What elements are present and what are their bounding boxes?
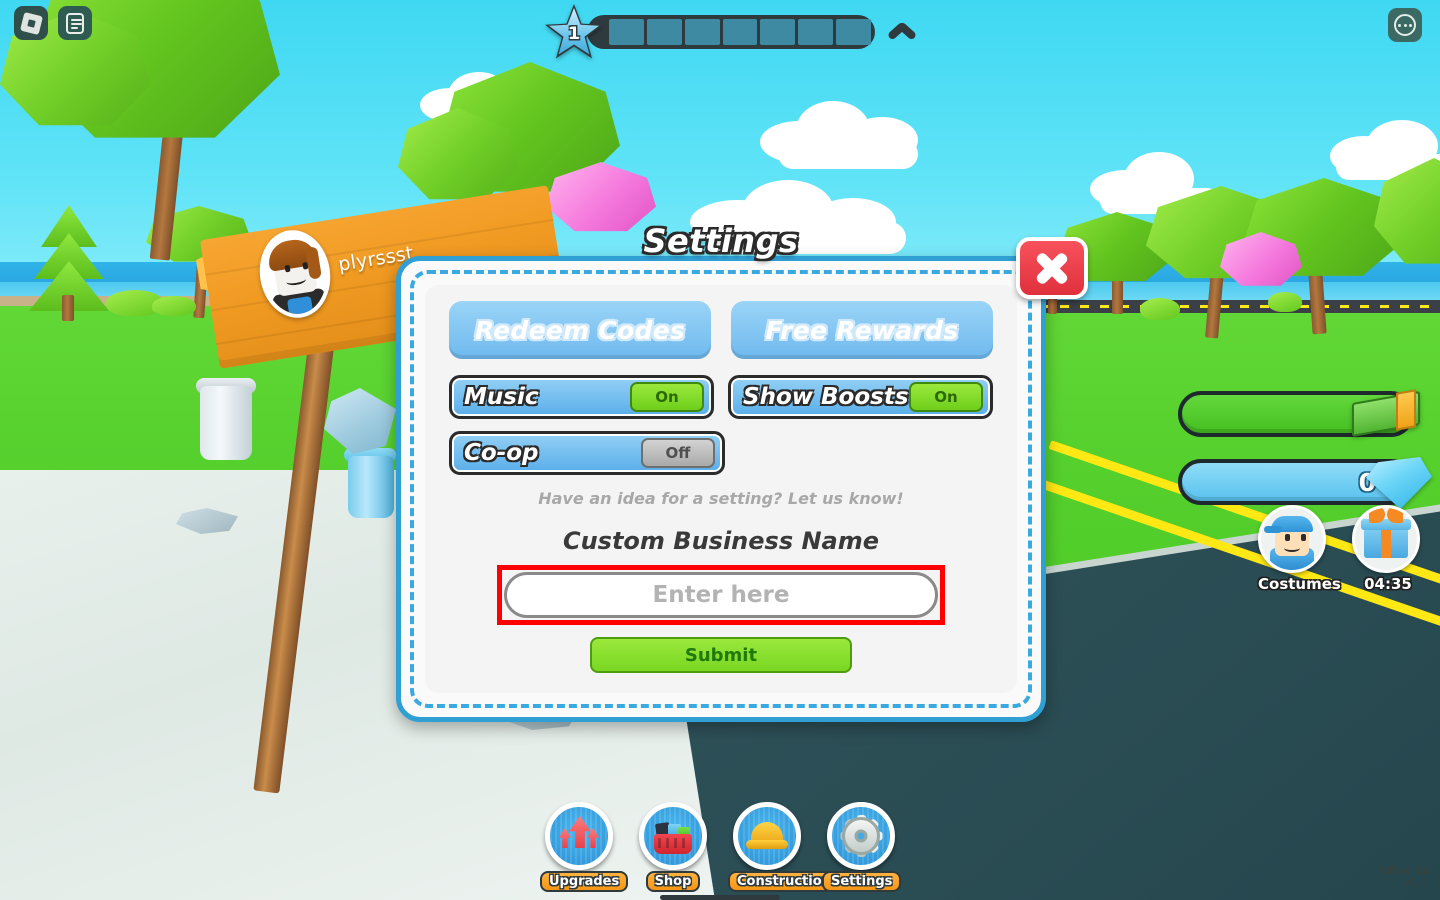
gift-timer: 04:35 [1364, 575, 1412, 593]
nav-upgrades[interactable]: Upgrades [540, 802, 629, 892]
gems-row[interactable]: 0 [1170, 453, 1440, 511]
dialog-title: Settings [643, 222, 799, 260]
nav-construction[interactable]: Construction [728, 802, 840, 892]
more-options-button[interactable] [1388, 8, 1422, 42]
nav-upgrades-label: Upgrades [540, 871, 629, 892]
more-options-icon [1394, 14, 1416, 36]
home-indicator [660, 895, 780, 900]
bush [1140, 298, 1180, 320]
settings-hint-text: Have an idea for a setting? Let us know! [538, 489, 904, 508]
nav-settings-label: Settings [822, 871, 902, 892]
pine-trunk [62, 295, 74, 321]
costumes-label: Costumes [1258, 575, 1341, 593]
xp-segment [798, 19, 834, 45]
xp-segment [609, 19, 644, 45]
gift-bow [1369, 508, 1403, 524]
gift-box-icon [1352, 505, 1420, 573]
document-list-icon [66, 12, 84, 34]
watermark-line-2: v1.1 [1403, 878, 1428, 889]
toggle-coop-state: Off [641, 438, 715, 468]
input-placeholder: Enter here [652, 582, 790, 608]
roblox-logo-icon [19, 11, 43, 35]
costumes-button[interactable]: Costumes [1258, 505, 1341, 593]
free-gift-button[interactable]: 04:35 [1352, 505, 1424, 593]
bottom-navigation: Upgrades Shop Construction Settings [540, 802, 902, 892]
nav-shop-label: Shop [645, 871, 701, 892]
watermark-line-1: TBlox G5 [1379, 866, 1428, 877]
level-number: 1 [568, 24, 580, 44]
xp-segment [722, 19, 758, 45]
redeem-codes-button[interactable]: Redeem Codes [449, 301, 711, 359]
hard-hat-icon [733, 802, 801, 870]
toggle-row-2: Co-op Off [449, 431, 993, 475]
nav-shop[interactable]: Shop [634, 802, 712, 892]
game-watermark: TBlox G5 v1.1 [1380, 866, 1428, 890]
submit-button[interactable]: Submit [590, 637, 852, 673]
toggle-music-label: Music [464, 384, 539, 410]
toggle-show-boosts-state: On [909, 382, 983, 412]
xp-progress-container: 1 [545, 4, 917, 59]
trash-can [200, 386, 252, 460]
level-star-badge: 1 [545, 4, 603, 60]
xp-bar [587, 15, 875, 49]
currency-hud: 0 0 [1170, 385, 1440, 521]
submit-label: Submit [684, 644, 758, 666]
xp-segment [760, 19, 796, 45]
xp-segment [684, 19, 720, 45]
top-bar: 1 [0, 0, 1440, 60]
toggle-row-1: Music On Show Boosts On [449, 375, 993, 419]
toggle-show-boosts[interactable]: Show Boosts On [728, 375, 993, 419]
water-barrel [348, 456, 394, 518]
xp-segment [836, 19, 872, 45]
custom-business-name-title: Custom Business Name [562, 527, 880, 555]
toggle-coop-label: Co-op [464, 440, 539, 466]
nav-settings[interactable]: Settings [822, 802, 902, 892]
close-button[interactable] [1016, 237, 1088, 299]
money-stack-icon [1348, 385, 1426, 441]
shopping-basket-icon [639, 802, 707, 870]
dialog-content: Redeem Codes Free Rewards Music On Show … [425, 285, 1017, 693]
bush [1268, 292, 1302, 312]
diamond-icon [1366, 457, 1432, 509]
toggle-music[interactable]: Music On [449, 375, 714, 419]
toggle-coop[interactable]: Co-op Off [449, 431, 725, 475]
settings-dialog: Settings Redeem Codes Free Rewards Music… [396, 222, 1088, 722]
free-rewards-button[interactable]: Free Rewards [731, 301, 993, 359]
gear-icon [827, 802, 895, 870]
input-highlight-box: Enter here [497, 565, 945, 625]
roblox-menu-button[interactable] [14, 6, 48, 40]
cash-row[interactable]: 0 [1170, 385, 1440, 443]
chat-menu-button[interactable] [58, 6, 92, 40]
free-rewards-label: Free Rewards [765, 315, 959, 345]
distant-road [1040, 300, 1440, 313]
xp-segment [646, 19, 682, 45]
toggle-show-boosts-label: Show Boosts [743, 384, 909, 410]
upgrade-arrow-icon [545, 802, 613, 870]
chevron-up-icon[interactable] [887, 23, 917, 41]
costume-character-icon [1258, 505, 1326, 573]
action-button-row: Redeem Codes Free Rewards [449, 301, 993, 359]
redeem-codes-label: Redeem Codes [474, 315, 686, 345]
custom-business-name-input[interactable]: Enter here [504, 572, 938, 618]
toggle-music-state: On [630, 382, 704, 412]
hud-shortcut-icons: Costumes 04:35 [1258, 505, 1424, 593]
